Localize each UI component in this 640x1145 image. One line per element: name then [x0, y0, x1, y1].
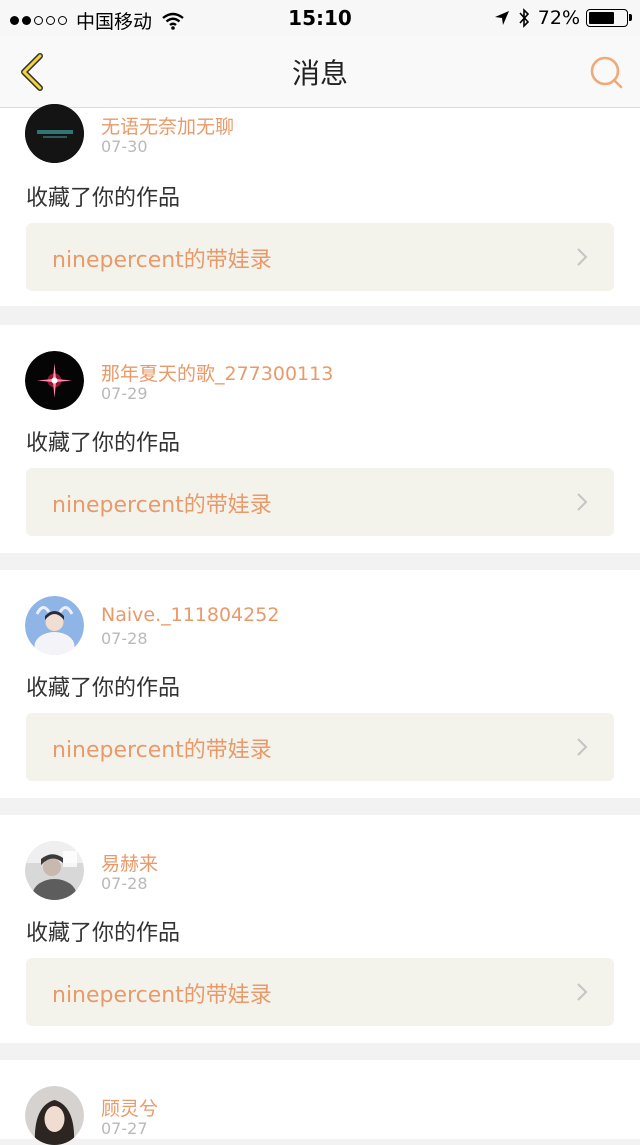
bluetooth-icon — [519, 8, 529, 28]
search-icon — [590, 56, 623, 89]
notification-card: 那年夏天的歌_277300113 07-29 收藏了你的作品 nineperce… — [0, 325, 640, 553]
notification-card: 易赫来 07-28 收藏了你的作品 ninepercent的带娃录 — [0, 815, 640, 1043]
work-link[interactable]: ninepercent的带娃录 — [26, 468, 614, 536]
notification-action: 收藏了你的作品 — [26, 921, 181, 946]
work-title: ninepercent的带娃录 — [52, 738, 272, 763]
notification-card: 顾灵兮 07-27 — [0, 1060, 640, 1145]
user-avatar[interactable] — [25, 1086, 84, 1145]
dark-text-avatar-image — [25, 104, 84, 163]
work-title: ninepercent的带娃录 — [52, 983, 272, 1008]
work-link[interactable]: ninepercent的带娃录 — [26, 713, 614, 781]
battery-percent: 72% — [537, 7, 580, 29]
chevron-right-icon — [577, 738, 588, 756]
user-name[interactable]: Naive._111804252 — [101, 604, 279, 626]
status-right: 72% — [494, 7, 632, 29]
work-link[interactable]: ninepercent的带娃录 — [26, 958, 614, 1026]
notification-action: 收藏了你的作品 — [26, 186, 181, 211]
notification-action: 收藏了你的作品 — [26, 676, 181, 701]
location-arrow-icon — [494, 11, 509, 25]
user-name[interactable]: 顾灵兮 — [101, 1094, 158, 1121]
user-name[interactable]: 易赫来 — [101, 849, 158, 876]
gray-photo-avatar-image — [25, 841, 84, 900]
work-title: ninepercent的带娃录 — [52, 493, 272, 518]
portrait-avatar-image — [25, 1086, 84, 1145]
notification-date: 07-29 — [101, 384, 148, 403]
notification-action: 收藏了你的作品 — [26, 431, 181, 456]
battery-icon — [586, 9, 632, 27]
status-bar: 中国移动 15:10 72% — [0, 0, 640, 36]
nav-bar: 消息 — [0, 36, 640, 108]
user-avatar[interactable] — [25, 104, 84, 163]
notification-date: 07-27 — [101, 1119, 148, 1138]
chevron-right-icon — [577, 983, 588, 1001]
notification-date: 07-28 — [101, 874, 148, 893]
chevron-right-icon — [577, 493, 588, 511]
notification-card: 无语无奈加无聊 07-30 收藏了你的作品 ninepercent的带娃录 — [0, 104, 640, 306]
blue-photo-avatar-image — [25, 596, 84, 655]
user-avatar[interactable] — [25, 596, 84, 655]
user-name[interactable]: 那年夏天的歌_277300113 — [101, 359, 333, 386]
notification-date: 07-30 — [101, 137, 148, 156]
search-button[interactable] — [588, 54, 626, 92]
user-avatar[interactable] — [25, 841, 84, 900]
work-link[interactable]: ninepercent的带娃录 — [26, 223, 614, 291]
chevron-right-icon — [577, 248, 588, 266]
red-star-avatar-image — [25, 351, 84, 410]
user-name[interactable]: 无语无奈加无聊 — [101, 112, 234, 139]
notification-date: 07-28 — [101, 629, 148, 648]
work-title: ninepercent的带娃录 — [52, 248, 272, 273]
page-title: 消息 — [291, 57, 348, 90]
user-avatar[interactable] — [25, 351, 84, 410]
notification-card: Naive._111804252 07-28 收藏了你的作品 nineperce… — [0, 570, 640, 798]
